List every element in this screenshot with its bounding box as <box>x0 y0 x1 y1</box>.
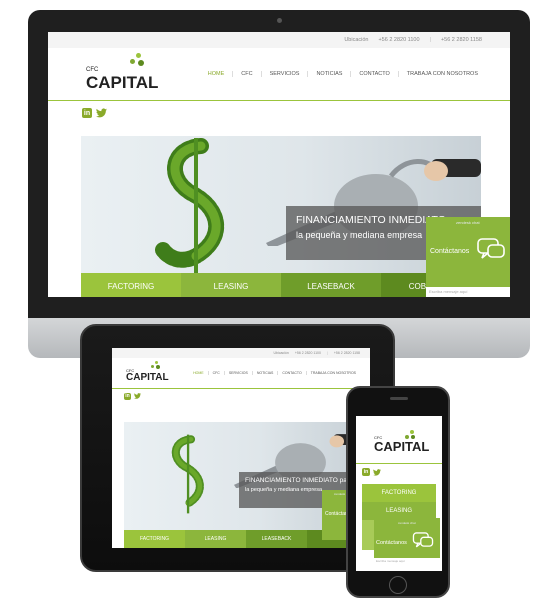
phone-logo-dots <box>401 430 417 442</box>
plant-dollar-illustration <box>155 138 224 273</box>
twitter-icon[interactable] <box>96 108 107 118</box>
chat-bubble-icon <box>477 238 505 259</box>
chat-label: Contáctanos <box>430 248 470 255</box>
linkedin-icon[interactable]: in <box>82 108 92 118</box>
phone: CFC CAPITAL in FACTORING LEASING zendesk… <box>346 386 450 598</box>
tablet-phone-1: +56 2 2820 1100 <box>294 351 321 355</box>
phone-chat-label: Contáctanos <box>376 540 407 546</box>
nav-trabaja[interactable]: TRABAJA CON NOSOTROS <box>397 71 486 77</box>
social-bar: in <box>48 101 510 125</box>
hero-banner: FINANCIAMIENTO INMEDIATO para la pequeña… <box>81 136 481 297</box>
phone-1: +56 2 2820 1100 <box>378 37 420 43</box>
top-info-bar: Ubicación +56 2 2820 1100 | +56 2 2820 1… <box>48 32 510 48</box>
nav-menu: HOME CFC SERVICIOS NOTICIAS CONTACTO TRA… <box>200 71 486 77</box>
phone-tab-factoring[interactable]: FACTORING <box>362 484 436 502</box>
phone-chat-brand: zendesk chat <box>398 521 416 525</box>
phone-2: +56 2 2820 1158 <box>440 37 482 43</box>
tablet-nav-cfc[interactable]: CFC <box>207 371 224 375</box>
phone-twitter-icon[interactable] <box>373 468 381 476</box>
tablet-location-link[interactable]: Ubicación <box>273 351 288 355</box>
topbar-separator: | <box>429 37 431 43</box>
tablet-nav-servicios[interactable]: SERVICIOS <box>223 371 252 375</box>
tab-leasing[interactable]: LEASING <box>181 273 281 297</box>
tablet-social-bar: in <box>112 389 370 403</box>
tablet-main-nav: CFC CAPITAL HOME CFC SERVICIOS NOTICIAS … <box>112 358 370 388</box>
location-link[interactable]: Ubicación <box>344 37 368 43</box>
phone-linkedin-icon[interactable]: in <box>362 468 370 476</box>
tablet-nav-contacto[interactable]: CONTACTO <box>277 371 305 375</box>
tablet-logo-dots <box>148 361 162 371</box>
tablet-top-info-bar: Ubicación +56 2 2820 1100 | +56 2 2820 1… <box>112 348 370 358</box>
phone-chat-widget[interactable]: zendesk chat Contáctanos Escriba mensaje… <box>374 518 440 566</box>
phone-chat-input[interactable]: Escriba mensaje aquí <box>374 558 440 566</box>
tablet-logo[interactable]: CFC CAPITAL <box>126 361 169 383</box>
tablet-nav-noticias[interactable]: NOTICIAS <box>251 371 278 375</box>
logo-dots <box>124 53 148 71</box>
chat-input[interactable]: Escriba mensaje aquí <box>426 287 510 297</box>
chat-widget[interactable]: zendesk chat Contáctanos Escriba mensaje… <box>426 217 510 297</box>
tablet-phone-2: +56 2 2820 1158 <box>333 351 360 355</box>
tablet-topbar-separator: | <box>326 351 328 355</box>
nav-noticias[interactable]: NOTICIAS <box>307 71 350 77</box>
tablet-nav-home[interactable]: HOME <box>189 371 208 375</box>
tablet-tab-factoring[interactable]: FACTORING <box>124 530 185 548</box>
phone-home-button[interactable] <box>389 576 407 594</box>
tablet-tab-leasing[interactable]: LEASING <box>185 530 246 548</box>
nav-contacto[interactable]: CONTACTO <box>350 71 397 77</box>
main-nav: CFC CAPITAL HOME CFC SERVICIOS NOTICIAS … <box>48 48 510 100</box>
tab-leaseback[interactable]: LEASEBACK <box>281 273 381 297</box>
tablet-nav-menu: HOME CFC SERVICIOS NOTICIAS CONTACTO TRA… <box>189 371 360 375</box>
nav-home[interactable]: HOME <box>200 71 233 77</box>
monitor: Ubicación +56 2 2820 1100 | +56 2 2820 1… <box>28 10 530 358</box>
phone-chat-bubble-icon <box>412 532 434 548</box>
tab-factoring[interactable]: FACTORING <box>81 273 181 297</box>
tablet-logo-capital: CAPITAL <box>126 372 169 383</box>
nav-servicios[interactable]: SERVICIOS <box>260 71 308 77</box>
tablet-tab-leaseback[interactable]: LEASEBACK <box>246 530 307 548</box>
tablet-linkedin-icon[interactable]: in <box>124 392 131 400</box>
monitor-camera <box>277 18 282 23</box>
nav-cfc[interactable]: CFC <box>232 71 260 77</box>
services-tabs: FACTORING LEASING LEASEBACK COBRANZA <box>81 273 481 297</box>
tablet-plant-dollar-illustration <box>171 434 204 514</box>
tablet-twitter-icon[interactable] <box>134 393 141 399</box>
logo[interactable]: CFC CAPITAL <box>86 53 159 92</box>
phone-social-bar: in <box>356 464 442 480</box>
phone-logo[interactable]: CFC CAPITAL <box>356 416 442 453</box>
tablet-nav-trabaja[interactable]: TRABAJA CON NOSOTROS <box>305 371 360 375</box>
logo-capital: CAPITAL <box>86 73 159 92</box>
phone-speaker <box>390 397 408 400</box>
chat-brand: zendesk chat <box>456 220 480 225</box>
